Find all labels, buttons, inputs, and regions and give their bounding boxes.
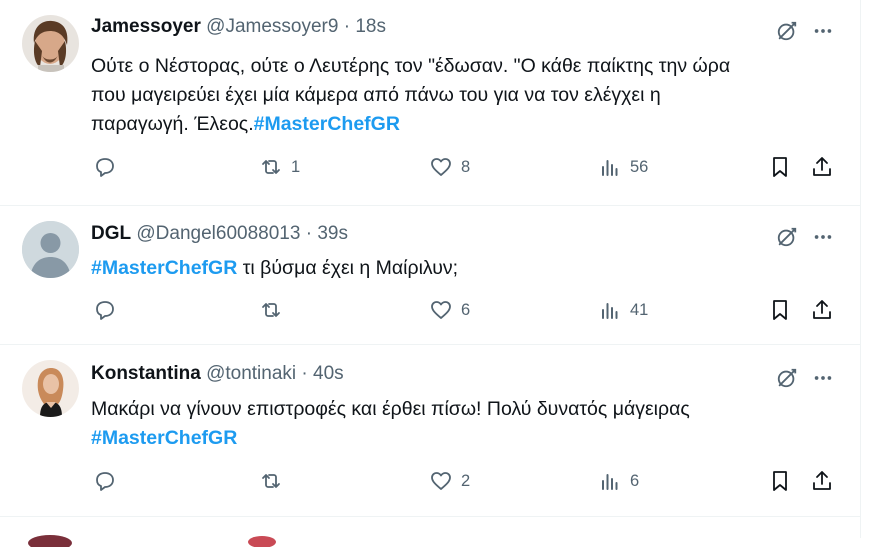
like-button[interactable]: 8: [429, 155, 470, 179]
views-button[interactable]: 56: [598, 155, 648, 179]
timestamp[interactable]: 39s: [317, 223, 348, 244]
reply-icon: [96, 472, 114, 491]
more-icon[interactable]: [812, 226, 834, 248]
like-count: 6: [461, 300, 471, 319]
reply-button[interactable]: [93, 298, 117, 322]
tweet-header: Konstantina @tontinaki · 40s: [91, 363, 344, 385]
grok-icon[interactable]: [776, 367, 798, 389]
like-icon: [431, 158, 451, 176]
tweet-text: Ούτε ο Νέστορας, ούτε ο Λευτέρης τον "έδ…: [91, 52, 730, 139]
hashtag-link[interactable]: #MasterChefGR: [254, 113, 400, 135]
share-icon: [813, 471, 831, 490]
bookmark-icon: [773, 300, 787, 320]
views-count: 41: [630, 300, 649, 319]
share-button[interactable]: [810, 469, 834, 493]
tweet-text-segment: παραγωγή. Έλεος.: [91, 113, 254, 135]
share-icon: [813, 300, 831, 319]
action-bar: 2 6: [0, 469, 860, 499]
action-bar: 6 41: [0, 298, 860, 328]
hashtag-link[interactable]: #MasterChefGR: [91, 257, 237, 279]
tweet-text-segment: τι βύσμα έχει η Μαίριλυν;: [237, 257, 459, 279]
retweet-icon: [262, 303, 280, 317]
tweet[interactable]: Konstantina @tontinaki · 40s Μακάρι να γ…: [0, 345, 860, 517]
author-handle[interactable]: @Dangel60088013: [136, 223, 300, 244]
next-tweet-partial[interactable]: [0, 517, 860, 551]
tweet-text: #MasterChefGR τι βύσμα έχει η Μαίριλυν;: [91, 254, 458, 283]
action-bar: 1 8 56: [0, 155, 860, 185]
author-name[interactable]: Jamessoyer: [91, 16, 201, 37]
like-count: 8: [461, 157, 471, 176]
avatar[interactable]: [22, 221, 79, 278]
author-name[interactable]: Konstantina: [91, 363, 201, 384]
bookmark-button[interactable]: [768, 155, 792, 179]
share-icon: [813, 157, 831, 176]
more-icon[interactable]: [812, 20, 834, 42]
views-icon: [602, 160, 618, 176]
tweet-header: Jamessoyer @Jamessoyer9 · 18s: [91, 16, 386, 38]
views-button[interactable]: 6: [598, 469, 639, 493]
views-count: 56: [630, 157, 649, 176]
more-icon[interactable]: [812, 367, 834, 389]
author-name[interactable]: DGL: [91, 223, 131, 244]
author-handle[interactable]: @Jamessoyer9: [206, 16, 338, 37]
reply-button[interactable]: [93, 155, 117, 179]
share-button[interactable]: [810, 298, 834, 322]
avatar[interactable]: [22, 15, 79, 72]
views-icon: [602, 303, 618, 319]
retweet-button[interactable]: 1: [259, 155, 300, 179]
reply-icon: [96, 301, 114, 320]
timeline-feed: Jamessoyer @Jamessoyer9 · 18s Ούτε ο Νέσ…: [0, 0, 861, 551]
bookmark-button[interactable]: [768, 298, 792, 322]
bookmark-icon: [773, 471, 787, 491]
retweet-icon: [262, 474, 280, 488]
separator-dot: ·: [343, 16, 351, 37]
reply-button[interactable]: [93, 469, 117, 493]
hashtag-link[interactable]: #MasterChefGR: [91, 424, 690, 453]
bookmark-icon: [773, 157, 787, 177]
share-button[interactable]: [810, 155, 834, 179]
tweet-text-line: που μαγειρεύει έχει μία κάμερα από πάνω …: [91, 84, 661, 106]
retweet-button[interactable]: [259, 298, 291, 322]
separator-dot: ·: [305, 223, 313, 244]
avatar[interactable]: [22, 360, 79, 417]
tweet-text-line: παραγωγή. Έλεος.#MasterChefGR: [91, 110, 730, 139]
retweet-button[interactable]: [259, 469, 291, 493]
tweet-text-line: Μακάρι να γίνουν επιστροφές και έρθει πί…: [91, 398, 690, 420]
tweet[interactable]: Jamessoyer @Jamessoyer9 · 18s Ούτε ο Νέσ…: [0, 0, 860, 206]
like-count: 2: [461, 471, 471, 490]
tweet-text: Μακάρι να γίνουν επιστροφές και έρθει πί…: [91, 395, 690, 453]
views-icon: [602, 474, 618, 490]
grok-icon[interactable]: [776, 226, 798, 248]
tweet-header: DGL @Dangel60088013 · 39s: [91, 223, 348, 245]
grok-icon[interactable]: [776, 20, 798, 42]
retweet-icon: [262, 160, 280, 174]
separator-dot: ·: [301, 363, 308, 384]
retweet-count: 1: [291, 157, 301, 176]
views-button[interactable]: 41: [598, 298, 648, 322]
bookmark-button[interactable]: [768, 469, 792, 493]
reply-icon: [96, 158, 114, 177]
tweet-text-line: Ούτε ο Νέστορας, ούτε ο Λευτέρης τον "έδ…: [91, 55, 731, 77]
views-count: 6: [630, 471, 640, 490]
author-handle[interactable]: @tontinaki: [206, 363, 296, 384]
timestamp[interactable]: 18s: [355, 16, 386, 37]
like-button[interactable]: 2: [429, 469, 470, 493]
like-button[interactable]: 6: [429, 298, 470, 322]
tweet[interactable]: DGL @Dangel60088013 · 39s #MasterChefGR …: [0, 206, 860, 345]
like-icon: [431, 301, 451, 319]
like-icon: [431, 472, 451, 490]
timestamp[interactable]: 40s: [313, 363, 344, 384]
